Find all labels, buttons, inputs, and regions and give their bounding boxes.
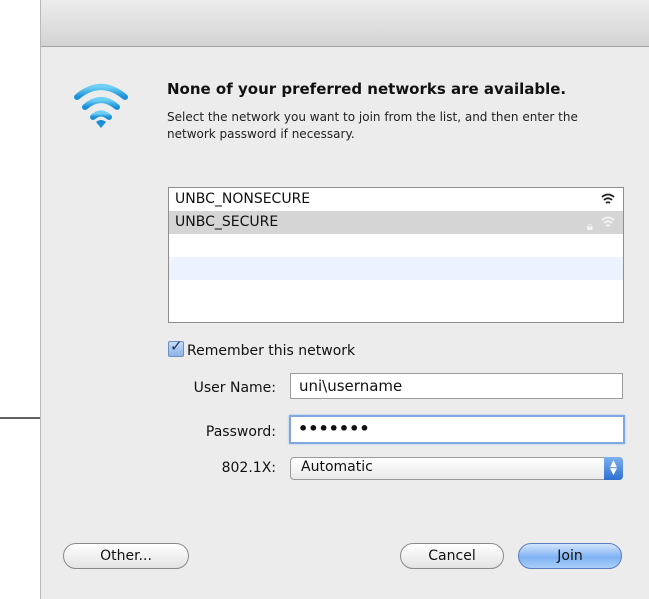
popup-arrows-icon: ▲ ▼ [604, 457, 623, 480]
wifi-icon [74, 84, 128, 128]
wifi-signal-icon [601, 193, 615, 204]
remember-network-label: Remember this network [187, 343, 356, 359]
network-list[interactable]: UNBC_NONSECURE UNBC_SECURE 🔒︎ [168, 187, 624, 323]
dialog-heading: None of your preferred networks are avai… [167, 80, 567, 98]
password-label: Password: [205, 424, 276, 440]
network-row-unbc-secure[interactable]: UNBC_SECURE 🔒︎ [169, 211, 623, 234]
password-field[interactable]: ••••••• [289, 415, 625, 444]
other-button[interactable]: Other... [63, 543, 189, 569]
username-label: User Name: [193, 380, 276, 396]
x8021-value: Automatic [301, 459, 373, 475]
network-row-unbc-nonsecure[interactable]: UNBC_NONSECURE [169, 188, 623, 211]
network-row-empty [169, 280, 623, 303]
x8021-popup[interactable]: Automatic ▲ ▼ [290, 457, 623, 480]
network-name: UNBC_SECURE [175, 214, 279, 230]
network-row-empty [169, 257, 623, 280]
network-row-empty [169, 234, 623, 257]
wifi-signal-icon [601, 216, 615, 227]
checkbox-check-icon[interactable]: ✓ [168, 337, 184, 357]
dialog-instructions: Select the network you want to join from… [167, 110, 578, 141]
x8021-label: 802.1X: [221, 460, 276, 476]
remember-network-checkbox[interactable]: ✓ Remember this network [168, 337, 356, 359]
cancel-button[interactable]: Cancel [400, 543, 504, 569]
join-button[interactable]: Join [518, 543, 622, 569]
network-join-dialog: None of your preferred networks are avai… [40, 0, 649, 599]
title-bar[interactable] [41, 0, 649, 47]
network-name: UNBC_NONSECURE [175, 191, 311, 207]
username-field[interactable]: uni\username [290, 373, 623, 399]
